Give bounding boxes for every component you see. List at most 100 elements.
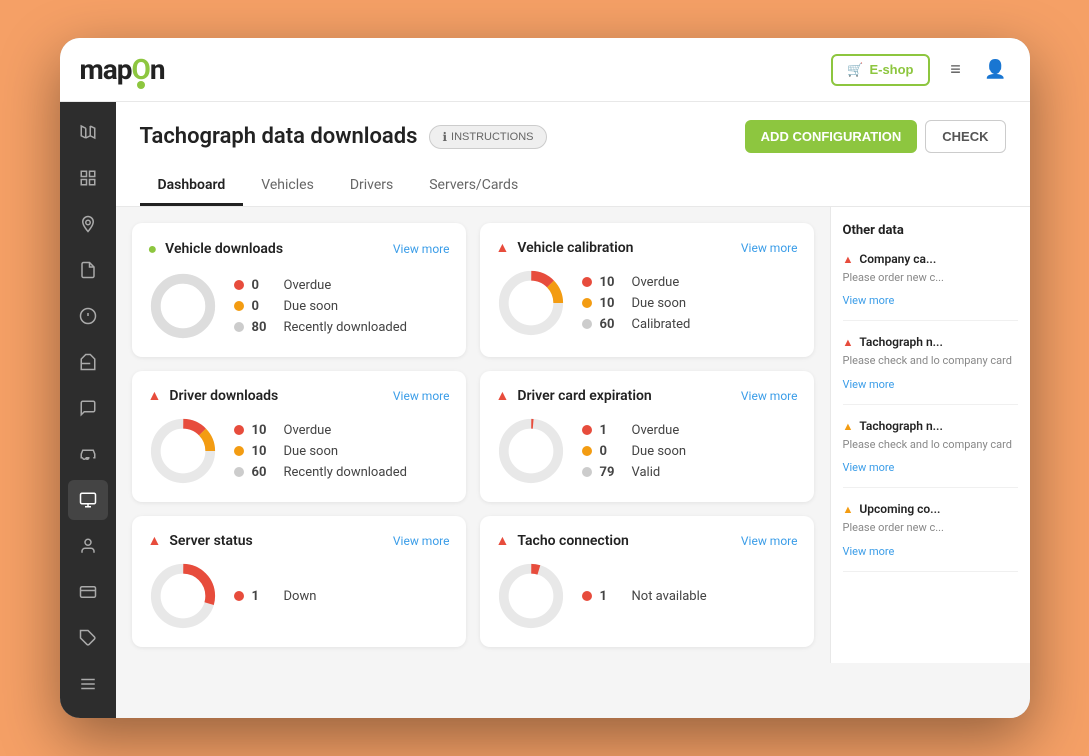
warn-icon-ss: ▲ <box>148 532 162 549</box>
sidebar-item-document[interactable] <box>68 250 108 290</box>
tab-dashboard[interactable]: Dashboard <box>140 167 244 206</box>
stat-due-soon-dce: 0 Due soon <box>582 444 687 459</box>
stat-overdue-dd: 10 Overdue <box>234 423 407 438</box>
vehicle-calibration-donut <box>496 268 566 338</box>
vehicle-downloads-viewmore[interactable]: View more <box>393 242 450 256</box>
tacho-connection-body: 1 Not available <box>496 561 798 631</box>
tacho-connection-stats: 1 Not available <box>582 589 707 604</box>
page-header: Tachograph data downloads ℹ INSTRUCTIONS… <box>116 102 1030 207</box>
sidebar-item-tag[interactable] <box>68 618 108 658</box>
server-status-card: ▲ Server status View more <box>132 516 466 647</box>
sidebar-item-fuel[interactable] <box>68 342 108 382</box>
panel-title: Other data <box>843 223 1018 238</box>
logo-highlight: O <box>132 53 150 86</box>
topbar-actions: 🛒 E-shop ≡ 👤 <box>831 54 1009 86</box>
cart-icon: 🛒 <box>847 62 863 78</box>
driver-card-expiration-title: ▲ Driver card expiration <box>496 387 652 404</box>
dot-gray <box>234 322 244 332</box>
panel-company-viewmore[interactable]: View more <box>843 294 895 307</box>
driver-downloads-viewmore[interactable]: View more <box>393 389 450 403</box>
add-config-button[interactable]: ADD CONFIGURATION <box>745 120 918 153</box>
dot-orange-dd <box>234 446 244 456</box>
panel-tacho1-title: Tachograph n... <box>843 335 1018 349</box>
sidebar-item-user[interactable] <box>68 526 108 566</box>
eshop-label: E-shop <box>869 62 913 77</box>
driver-card-expiration-body: 1 Overdue 0 Due soon <box>496 416 798 486</box>
tacho-connection-card: ▲ Tacho connection View more <box>480 516 814 647</box>
tab-servers-cards[interactable]: Servers/Cards <box>411 167 536 206</box>
server-status-title: ▲ Server status <box>148 532 253 549</box>
status-ok-icon: ● <box>148 239 158 259</box>
vehicle-calibration-body: 10 Overdue 10 Due soon <box>496 268 798 338</box>
info-icon: ℹ <box>442 130 447 144</box>
sidebar-item-id-card[interactable] <box>68 572 108 612</box>
stat-overdue: 0 Overdue <box>234 278 407 293</box>
sidebar-item-map[interactable] <box>68 112 108 152</box>
instructions-button[interactable]: ℹ INSTRUCTIONS <box>429 125 546 149</box>
driver-downloads-stats: 10 Overdue 10 Due soon <box>234 423 407 480</box>
driver-downloads-donut <box>148 416 218 486</box>
panel-upcoming: Upcoming co... Please order new c... Vie… <box>843 502 1018 571</box>
stat-due-soon-dd: 10 Due soon <box>234 444 407 459</box>
driver-downloads-header: ▲ Driver downloads View more <box>148 387 450 404</box>
panel-tacho1-viewmore[interactable]: View more <box>843 378 895 391</box>
main-layout: Tachograph data downloads ℹ INSTRUCTIONS… <box>60 102 1030 718</box>
dot-red-cal <box>582 277 592 287</box>
stat-not-available: 1 Not available <box>582 589 707 604</box>
right-panel: Other data Company ca... Please order ne… <box>830 207 1030 663</box>
panel-company-card: Company ca... Please order new c... View… <box>843 252 1018 321</box>
stat-due-soon-cal: 10 Due soon <box>582 296 691 311</box>
vehicle-downloads-card: ● Vehicle downloads View more <box>132 223 466 357</box>
vehicle-calibration-title: ▲ Vehicle calibration <box>496 239 634 256</box>
sidebar-item-location[interactable] <box>68 204 108 244</box>
warn-red-icon-2 <box>843 335 854 349</box>
page-actions: ADD CONFIGURATION CHECK <box>745 120 1006 153</box>
stat-down: 1 Down <box>234 589 317 604</box>
server-status-stats: 1 Down <box>234 589 317 604</box>
server-status-header: ▲ Server status View more <box>148 532 450 549</box>
menu-icon[interactable]: ≡ <box>942 56 970 84</box>
driver-downloads-body: 10 Overdue 10 Due soon <box>148 416 450 486</box>
driver-card-donut <box>496 416 566 486</box>
dot-orange-dce <box>582 446 592 456</box>
dot-orange <box>234 301 244 311</box>
stat-recently-dd: 60 Recently downloaded <box>234 465 407 480</box>
content-area: Tachograph data downloads ℹ INSTRUCTIONS… <box>116 102 1030 718</box>
eshop-button[interactable]: 🛒 E-shop <box>831 54 929 86</box>
panel-tachograph-1: Tachograph n... Please check and lo comp… <box>843 335 1018 404</box>
warn-icon-dce: ▲ <box>496 387 510 404</box>
vehicle-calibration-viewmore[interactable]: View more <box>741 241 798 255</box>
instructions-label: INSTRUCTIONS <box>451 131 534 143</box>
tacho-connection-viewmore[interactable]: View more <box>741 534 798 548</box>
check-button[interactable]: CHECK <box>925 120 1005 153</box>
dot-orange-cal <box>582 298 592 308</box>
sidebar-item-tachograph[interactable] <box>68 480 108 520</box>
profile-icon[interactable]: 👤 <box>982 56 1010 84</box>
panel-company-title: Company ca... <box>843 252 1018 266</box>
cards-grid: ● Vehicle downloads View more <box>116 207 830 663</box>
warn-yellow-icon-1 <box>843 419 854 433</box>
server-status-viewmore[interactable]: View more <box>393 534 450 548</box>
panel-upcoming-title: Upcoming co... <box>843 502 1018 516</box>
warn-icon: ▲ <box>496 239 510 256</box>
vehicle-downloads-title: ● Vehicle downloads <box>148 239 284 259</box>
sidebar-item-alert[interactable] <box>68 296 108 336</box>
sidebar-item-car[interactable] <box>68 434 108 474</box>
tab-vehicles[interactable]: Vehicles <box>243 167 332 206</box>
sidebar-item-chat[interactable] <box>68 388 108 428</box>
device-frame: map O n 🛒 E-shop ≡ 👤 <box>60 38 1030 718</box>
sidebar-item-bars[interactable] <box>68 664 108 704</box>
server-status-body: 1 Down <box>148 561 450 631</box>
panel-upcoming-viewmore[interactable]: View more <box>843 545 895 558</box>
tacho-connection-donut <box>496 561 566 631</box>
dot-red-ss <box>234 591 244 601</box>
panel-tacho2-viewmore[interactable]: View more <box>843 461 895 474</box>
stat-due-soon: 0 Due soon <box>234 299 407 314</box>
sidebar <box>60 102 116 718</box>
driver-card-expiration-viewmore[interactable]: View more <box>741 389 798 403</box>
stat-recently: 80 Recently downloaded <box>234 320 407 335</box>
sidebar-item-grid[interactable] <box>68 158 108 198</box>
vehicle-downloads-donut <box>148 271 218 341</box>
tab-drivers[interactable]: Drivers <box>332 167 411 206</box>
driver-downloads-title: ▲ Driver downloads <box>148 387 279 404</box>
